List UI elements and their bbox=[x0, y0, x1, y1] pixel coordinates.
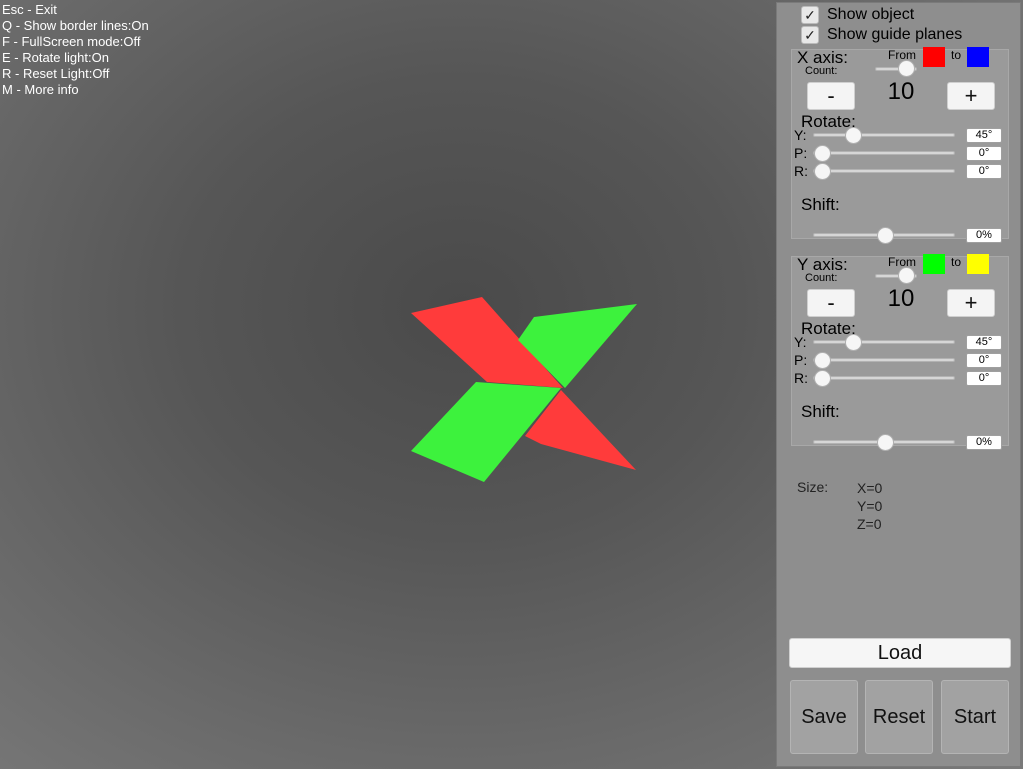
y-rotate-track-2[interactable] bbox=[813, 376, 955, 380]
x-rotate-thumb-0[interactable] bbox=[845, 127, 863, 144]
x-rotate-thumb-1[interactable] bbox=[814, 145, 831, 162]
y-rotate-thumb-0[interactable] bbox=[845, 334, 863, 351]
y-rotate-value-field-1[interactable]: 0° bbox=[966, 353, 1002, 368]
size-z-value: Z=0 bbox=[857, 516, 882, 532]
y-rotate-key-2: R: bbox=[794, 370, 808, 386]
y-shift-row: 0% bbox=[794, 434, 1008, 451]
x-to-label: to bbox=[951, 48, 962, 62]
x-rotate-track-2[interactable] bbox=[813, 169, 955, 173]
x-to-color-swatch[interactable] bbox=[967, 47, 989, 67]
y-rotate-key-0: Y: bbox=[794, 334, 807, 350]
y-rotate-thumb-1[interactable] bbox=[814, 352, 831, 369]
x-count-thumb[interactable] bbox=[897, 60, 915, 77]
y-count-slider[interactable] bbox=[875, 267, 917, 284]
y-count-minus-button[interactable]: - bbox=[807, 289, 855, 317]
y-rotate-row-2: R: 0° bbox=[794, 370, 1008, 387]
y-shift-value-field[interactable]: 0% bbox=[966, 435, 1002, 450]
settings-panel: ✓ Show object ✓ Show guide planes X axis… bbox=[776, 2, 1021, 767]
x-count-label: Count: bbox=[805, 65, 838, 77]
y-to-color-swatch[interactable] bbox=[967, 254, 989, 274]
show-guide-planes-checkbox[interactable]: ✓ bbox=[801, 26, 819, 44]
load-button[interactable]: Load bbox=[789, 638, 1011, 668]
help-line-more-info: M - More info bbox=[2, 82, 79, 97]
scene-canvas[interactable] bbox=[0, 0, 776, 769]
x-rotate-value-field-0[interactable]: 45° bbox=[966, 128, 1002, 143]
size-values: X=0 Y=0 Z=0 bbox=[857, 479, 882, 533]
x-rotate-value-field-2[interactable]: 0° bbox=[966, 164, 1002, 179]
show-object-label: Show object bbox=[827, 6, 915, 23]
x-shift-row: 0% bbox=[794, 227, 1008, 244]
y-shift-thumb[interactable] bbox=[876, 434, 894, 451]
help-line-exit: Esc - Exit bbox=[2, 2, 57, 17]
y-rotate-track-1[interactable] bbox=[813, 358, 955, 362]
y-axis-section: Y axis: Count: From to - 10 + Rotate: Y:… bbox=[791, 254, 1009, 451]
help-line-rotate-light: E - Rotate light:On bbox=[2, 50, 109, 65]
help-line-reset-light: R - Reset Light:Off bbox=[2, 66, 110, 81]
y-rotate-key-1: P: bbox=[794, 352, 808, 368]
x-rotate-key-2: R: bbox=[794, 163, 808, 179]
y-rotate-thumb-2[interactable] bbox=[814, 370, 831, 387]
y-rotate-row-1: P: 0° bbox=[794, 352, 1008, 369]
x-rotate-track-0[interactable] bbox=[813, 133, 955, 137]
x-shift-thumb[interactable] bbox=[876, 227, 894, 244]
y-shift-label: Shift: bbox=[801, 402, 840, 421]
x-rotate-value-field-1[interactable]: 0° bbox=[966, 146, 1002, 161]
y-count-label: Count: bbox=[805, 272, 838, 284]
show-object-checkbox[interactable]: ✓ bbox=[801, 6, 819, 24]
y-rotate-value-field-0[interactable]: 45° bbox=[966, 335, 1002, 350]
x-rotate-key-1: P: bbox=[794, 145, 808, 161]
help-line-fullscreen: F - FullScreen mode:Off bbox=[2, 34, 141, 49]
y-count-thumb[interactable] bbox=[897, 267, 915, 284]
size-label: Size: bbox=[797, 479, 829, 495]
x-shift-label: Shift: bbox=[801, 195, 840, 214]
x-axis-section: X axis: Count: From to - 10 + Rotate: Y:… bbox=[791, 47, 1009, 244]
start-button[interactable]: Start bbox=[941, 680, 1009, 754]
y-to-label: to bbox=[951, 255, 962, 269]
x-rotate-key-0: Y: bbox=[794, 127, 807, 143]
x-rotate-thumb-2[interactable] bbox=[814, 163, 831, 180]
x-rotate-row-2: R: 0° bbox=[794, 163, 1008, 180]
x-rotate-row-0: Y: 45° bbox=[794, 127, 1008, 144]
x-count-plus-button[interactable]: + bbox=[947, 82, 995, 110]
y-rotate-track-0[interactable] bbox=[813, 340, 955, 344]
y-rotate-row-0: Y: 45° bbox=[794, 334, 1008, 351]
y-count-plus-button[interactable]: + bbox=[947, 289, 995, 317]
show-guide-planes-toggle[interactable]: ✓ Show guide planes bbox=[801, 25, 962, 45]
help-line-border-lines: Q - Show border lines:On bbox=[2, 18, 149, 33]
reset-button[interactable]: Reset bbox=[865, 680, 933, 754]
x-from-color-swatch[interactable] bbox=[923, 47, 945, 67]
x-shift-value-field[interactable]: 0% bbox=[966, 228, 1002, 243]
show-guide-planes-label: Show guide planes bbox=[827, 26, 963, 43]
size-y-value: Y=0 bbox=[857, 498, 883, 514]
y-count-value: 10 bbox=[887, 285, 915, 312]
x-count-minus-button[interactable]: - bbox=[807, 82, 855, 110]
x-count-slider[interactable] bbox=[875, 60, 917, 77]
x-count-value: 10 bbox=[887, 78, 915, 105]
keyboard-help: Esc - Exit Q - Show border lines:On F - … bbox=[2, 2, 149, 98]
y-rotate-value-field-2[interactable]: 0° bbox=[966, 371, 1002, 386]
save-button[interactable]: Save bbox=[790, 680, 858, 754]
x-rotate-track-1[interactable] bbox=[813, 151, 955, 155]
show-object-toggle[interactable]: ✓ Show object bbox=[801, 5, 914, 25]
size-x-value: X=0 bbox=[857, 480, 883, 496]
x-rotate-row-1: P: 0° bbox=[794, 145, 1008, 162]
3d-viewport[interactable]: Esc - Exit Q - Show border lines:On F - … bbox=[0, 0, 776, 769]
y-from-color-swatch[interactable] bbox=[923, 254, 945, 274]
